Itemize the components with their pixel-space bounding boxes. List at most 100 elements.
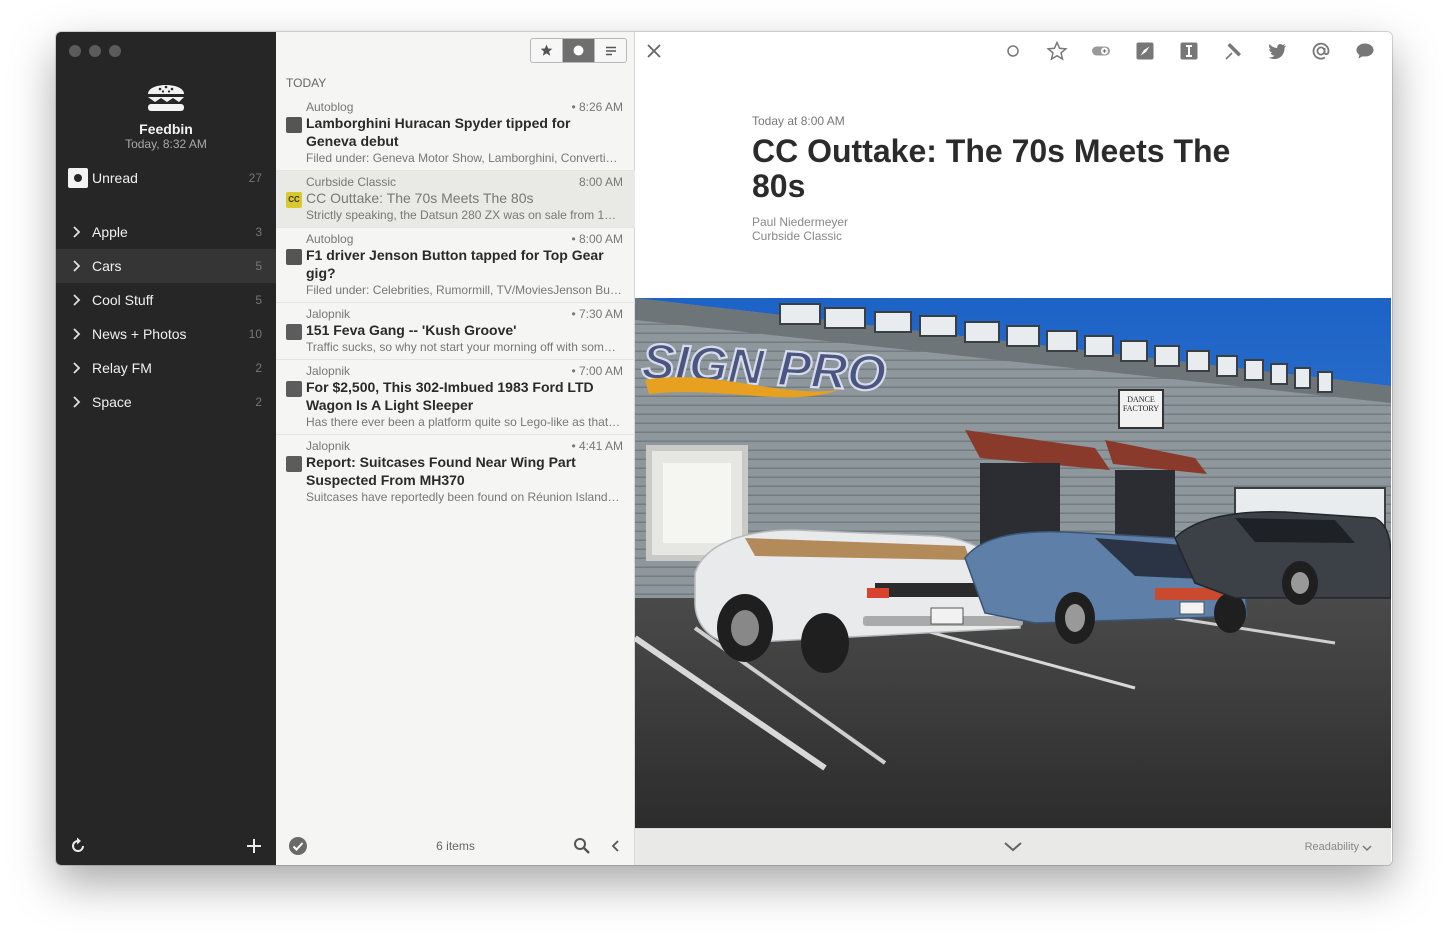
close-icon[interactable] [645, 42, 663, 60]
unread-count: 27 [248, 171, 262, 185]
compass-icon [1136, 42, 1154, 60]
pinboard-button[interactable] [1222, 40, 1244, 62]
entry-summary: Suitcases have reportedly been found on … [306, 490, 620, 504]
sidebar-item-label: Unread [92, 170, 138, 186]
mark-unread-button[interactable] [1002, 40, 1024, 62]
last-refresh-time: Today, 8:32 AM [125, 137, 207, 151]
sidebar-item-label: News + Photos [92, 326, 187, 342]
autoblog-favicon-icon [286, 249, 302, 265]
category-count: 2 [255, 395, 262, 409]
entry-title: CC Outtake: The 70s Meets The 80s [306, 190, 534, 206]
category-count: 10 [248, 327, 262, 341]
filter-segmented-control [530, 38, 627, 63]
email-button[interactable] [1310, 40, 1332, 62]
article-pane: Today at 8:00 AM CC Outtake: The 70s Mee… [635, 32, 1392, 865]
chevron-down-icon[interactable] [1361, 843, 1373, 853]
sidebar-item-cool-stuff[interactable]: Cool Stuff 5 [56, 283, 276, 317]
published-date: Today at 8:00 AM [752, 114, 845, 128]
curbside-classic-favicon-icon: CC [286, 192, 302, 208]
share-button[interactable] [1354, 40, 1376, 62]
toggle-icon [1092, 46, 1110, 56]
chevron-right-icon[interactable] [70, 395, 84, 409]
readability-toggle[interactable]: Readability [1305, 841, 1359, 853]
circle-icon [1007, 45, 1019, 57]
article-header: Today at 8:00 AM CC Outtake: The 70s Mee… [752, 114, 1272, 243]
entry-title: 151 Feva Gang -- 'Kush Groove' [306, 322, 517, 338]
article-feed: Curbside Classic [752, 229, 843, 243]
star-outline-icon [1046, 40, 1068, 61]
unread-icon [68, 168, 88, 188]
jalopnik-favicon-icon [286, 324, 302, 340]
entry-summary: Strictly speaking, the Datsun 280 ZX was… [306, 208, 617, 222]
autoblog-favicon-icon [286, 117, 302, 133]
at-sign-icon [1312, 42, 1330, 60]
entry-summary: Traffic sucks, so why not start your mor… [306, 340, 616, 354]
sidebar-item-relay-fm[interactable]: Relay FM 2 [56, 351, 276, 385]
entry-time: 8:00 AM [578, 175, 623, 189]
list-item[interactable]: Jalopnik • 7:30 AM 151 Feva Gang -- 'Kus… [276, 303, 635, 360]
entry-summary: Has there ever been a platform quite so … [306, 415, 621, 429]
list-item[interactable]: Autoblog • 8:00 AM F1 driver Jenson Butt… [276, 228, 635, 303]
list-toolbar: 6 items [276, 829, 635, 865]
sidebar-item-news-photos[interactable]: News + Photos 10 [56, 317, 276, 351]
list-item[interactable]: Autoblog • 8:26 AM Lamborghini Huracan S… [276, 96, 635, 171]
entry-source: Curbside Classic [306, 175, 397, 189]
sidebar-item-unread[interactable]: Unread 27 [56, 166, 276, 190]
zoom-window-button[interactable] [109, 45, 121, 57]
star-icon [540, 44, 553, 56]
sidebar-item-label: Relay FM [92, 360, 152, 376]
entry-title: Lamborghini Huracan Spyder tipped for Ge… [306, 115, 571, 149]
section-header: TODAY [286, 76, 327, 90]
minimize-window-button[interactable] [89, 45, 101, 57]
entry-time: • 8:00 AM [571, 232, 623, 246]
twitter-button[interactable] [1266, 40, 1288, 62]
category-list: Apple 3 Cars 5 Cool Stuff 5 News + Photo… [56, 215, 276, 419]
chevron-right-icon[interactable] [70, 259, 84, 273]
twitter-icon [1268, 43, 1286, 60]
toggle-content-button[interactable] [1090, 40, 1112, 62]
chevron-right-icon[interactable] [70, 293, 84, 307]
sidebar-item-cars[interactable]: Cars 5 [56, 249, 276, 283]
open-in-browser-button[interactable] [1134, 40, 1156, 62]
sidebar-item-label: Space [92, 394, 132, 410]
chevron-right-icon[interactable] [70, 327, 84, 341]
sidebar-item-label: Cool Stuff [92, 292, 154, 308]
add-subscription-icon[interactable] [244, 836, 264, 856]
article-author: Paul Niedermeyer [752, 215, 849, 229]
starred-filter-button[interactable] [531, 39, 563, 62]
sidebar-item-space[interactable]: Space 2 [56, 385, 276, 419]
category-count: 5 [255, 293, 262, 307]
category-count: 5 [255, 259, 262, 273]
sidebar-item-apple[interactable]: Apple 3 [56, 215, 276, 249]
window-controls [69, 45, 121, 57]
chevron-left-icon[interactable] [607, 837, 625, 855]
chevron-right-icon[interactable] [70, 225, 84, 239]
jalopnik-favicon-icon [286, 456, 302, 472]
close-window-button[interactable] [69, 45, 81, 57]
speech-bubble-icon [1356, 43, 1374, 59]
list-item[interactable]: Jalopnik • 7:00 AM For $2,500, This 302-… [276, 360, 635, 435]
search-icon[interactable] [573, 837, 591, 855]
instapaper-button[interactable] [1178, 40, 1200, 62]
category-count: 2 [255, 361, 262, 375]
entry-list-pane: TODAY Autoblog • 8:26 AM Lamborghini Hur… [276, 32, 635, 865]
entry-title: F1 driver Jenson Button tapped for Top G… [306, 247, 604, 281]
entries: Autoblog • 8:26 AM Lamborghini Huracan S… [276, 96, 635, 509]
all-filter-button[interactable] [595, 39, 626, 62]
list-item[interactable]: Jalopnik • 4:41 AM Report: Suitcases Fou… [276, 435, 635, 509]
sidebar-item-label: Apple [92, 224, 128, 240]
list-item[interactable]: CC Curbside Classic 8:00 AM CC Outtake: … [276, 171, 635, 228]
brand: Feedbin Today, 8:32 AM [56, 78, 276, 151]
chevron-right-icon[interactable] [70, 361, 84, 375]
article-footer: Readability [635, 828, 1391, 865]
entry-time: • 7:30 AM [571, 307, 623, 321]
jalopnik-favicon-icon [286, 381, 302, 397]
entry-title: Report: Suitcases Found Near Wing Part S… [306, 454, 576, 488]
chevron-down-icon[interactable] [1002, 839, 1024, 855]
refresh-icon[interactable] [68, 836, 88, 856]
star-button[interactable] [1046, 40, 1068, 62]
entry-time: • 8:26 AM [571, 100, 623, 114]
dance-factory-sign-text: DANCE FACTORY [1122, 395, 1160, 413]
entry-time: • 4:41 AM [571, 439, 623, 453]
unread-filter-button[interactable] [563, 39, 595, 62]
